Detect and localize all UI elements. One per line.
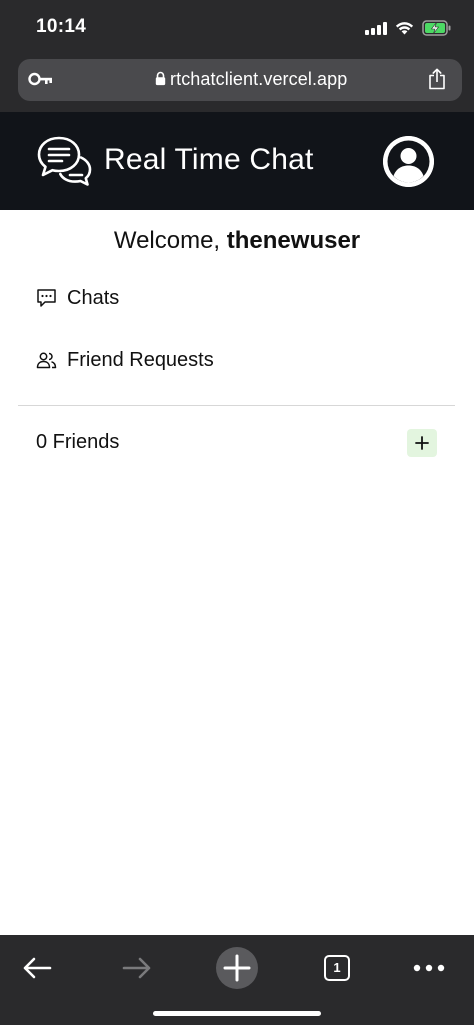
user-avatar-icon[interactable] <box>383 136 434 187</box>
signal-icon <box>365 21 387 35</box>
forward-button[interactable] <box>112 943 162 993</box>
back-button[interactable] <box>12 943 62 993</box>
welcome-prefix: Welcome, <box>113 227 227 254</box>
nav-label-chats: Chats <box>67 286 120 309</box>
more-button[interactable] <box>404 943 454 993</box>
key-icon[interactable] <box>28 70 54 88</box>
more-icon <box>413 964 445 972</box>
home-indicator <box>153 1011 321 1016</box>
share-icon[interactable] <box>428 68 446 90</box>
username: thenewuser <box>226 227 361 254</box>
new-tab-plus-icon <box>216 947 258 989</box>
screen: 10:14 rtchatclient.vercel.app Real Time … <box>0 0 474 1025</box>
status-icons <box>365 19 452 37</box>
app-title: Real Time Chat <box>104 143 314 176</box>
status-bar: 10:14 <box>0 0 474 56</box>
address-bar[interactable]: rtchatclient.vercel.app <box>18 59 462 101</box>
new-tab-button[interactable] <box>212 943 262 993</box>
back-arrow-icon <box>23 957 52 979</box>
tabs-button[interactable]: 1 <box>312 943 362 993</box>
plus-icon <box>415 436 429 450</box>
forward-arrow-icon <box>122 957 151 979</box>
lock-icon <box>155 71 166 86</box>
battery-charging-icon <box>422 20 451 36</box>
tab-count: 1 <box>333 960 341 975</box>
app-header: Real Time Chat <box>0 112 474 210</box>
users-icon <box>36 352 57 369</box>
nav-label-friend-requests: Friend Requests <box>67 348 214 371</box>
url-text[interactable]: rtchatclient.vercel.app <box>170 69 347 90</box>
friends-count: 0 Friends <box>36 431 120 453</box>
divider <box>18 405 455 406</box>
welcome-heading: Welcome, thenewuser <box>0 227 474 255</box>
wifi-icon <box>395 22 414 35</box>
chat-icon <box>37 289 56 307</box>
chat-bubbles-icon <box>37 136 92 186</box>
browser-toolbar: 1 <box>0 935 474 1025</box>
status-time: 10:14 <box>36 16 87 37</box>
browser-top-chrome: 10:14 rtchatclient.vercel.app <box>0 0 474 112</box>
add-friend-button[interactable] <box>407 429 437 457</box>
nav-item-friend-requests[interactable]: Friend Requests <box>36 345 214 375</box>
nav-item-chats[interactable]: Chats <box>36 283 119 313</box>
